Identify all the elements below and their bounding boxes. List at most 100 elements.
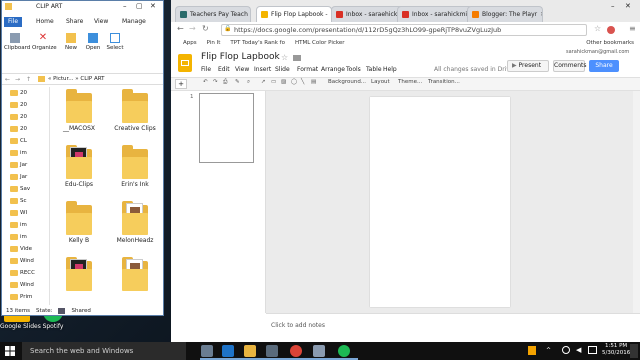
bookmark-apps[interactable]: Apps [183,40,197,46]
spotify-icon[interactable] [338,345,350,357]
new-slide-icon[interactable]: + [175,79,187,89]
forward-arrow-icon[interactable]: → [15,76,20,83]
tray-arrow-icon[interactable]: ^ [546,347,551,354]
nav-item[interactable]: CL [2,135,49,147]
bookmark-pin-it[interactable]: Pin It [207,40,221,46]
chrome-icon[interactable] [290,345,302,357]
menu-item[interactable]: Help [383,66,397,73]
forward-icon[interactable]: → [189,24,196,33]
folder-item[interactable]: Erin's Ink [110,145,160,201]
menu-item[interactable]: File [201,66,211,73]
slide-canvas[interactable] [370,97,510,307]
back-icon[interactable]: ← [177,24,184,33]
nav-item[interactable]: 20 [2,111,49,123]
explorer-titlebar[interactable]: CLIP ART – ▢ ✕ [2,1,163,13]
folder-item[interactable] [110,257,160,313]
other-bookmarks[interactable]: Other bookmarks [586,40,640,46]
app-icon[interactable] [313,345,325,357]
menu-item[interactable]: Arrange [321,66,345,73]
close-tab-icon[interactable]: ✕ [540,11,542,18]
action-center-icon[interactable] [630,344,638,358]
task-view-icon[interactable] [201,345,213,357]
new-button[interactable]: New [60,31,82,61]
menu-icon[interactable]: ≡ [629,24,636,33]
battery-icon[interactable] [562,346,570,354]
scrollbar[interactable] [633,91,640,313]
nav-item[interactable]: TPT ( [2,303,49,305]
redo-icon[interactable]: ↷ [213,79,218,89]
select-button[interactable]: Select [104,31,126,61]
taskbar-clock[interactable]: 1:51 PM 5/30/2016 [602,343,630,357]
store-icon[interactable] [266,345,278,357]
textbox-icon[interactable]: ▭ [271,79,276,89]
maximize-icon[interactable]: ▢ [136,2,143,10]
folder-item[interactable]: Edu-Clips [54,145,104,201]
print-icon[interactable]: ⎙ [223,79,227,89]
nav-item[interactable]: Sav [2,183,49,195]
ribbon-tab-file[interactable]: File [4,17,23,27]
nav-item[interactable]: Wind [2,279,49,291]
file-explorer-icon[interactable] [244,345,256,357]
nav-item[interactable]: Sc [2,195,49,207]
clipboard-button[interactable]: Clipboard [4,31,30,61]
bookmark-tpt-rank[interactable]: TPT Today's Rank fo [230,40,285,46]
transition-button[interactable]: Transition... [428,79,460,89]
close-icon[interactable]: ✕ [150,2,156,10]
nav-item[interactable]: Prim [2,291,49,303]
folder-item[interactable]: Creative Clips [110,89,160,145]
background-button[interactable]: Background... [328,79,366,89]
reload-icon[interactable]: ↻ [202,24,209,33]
nav-item[interactable]: RECC [2,267,49,279]
folder-icon[interactable] [293,55,301,61]
folder-item[interactable]: Kelly B [54,201,104,257]
menu-item[interactable]: Insert [254,66,271,73]
back-arrow-icon[interactable]: ← [5,76,10,83]
nav-item[interactable]: 20 [2,87,49,99]
nav-item[interactable]: im [2,231,49,243]
ribbon-tab-view[interactable]: View [90,17,112,27]
edge-icon[interactable] [222,345,234,357]
menu-item[interactable]: Table [366,66,382,73]
open-button[interactable]: Open [82,31,104,61]
theme-button[interactable]: Theme... [398,79,422,89]
bookmark-html-color-picker[interactable]: HTML Color Picker [295,40,345,46]
address-bar[interactable]: ← → ↑ « Pictur... » CLIP ART [2,73,163,85]
speaker-notes[interactable]: Click to add notes [266,313,640,342]
taskbar-search-input[interactable]: Search the web and Windows [22,342,186,360]
select-arrow-icon[interactable]: ➚ [261,79,266,89]
browser-tab[interactable]: Blogger: The Playr✕ [467,6,543,22]
share-button[interactable]: Share [589,60,619,72]
nav-item[interactable]: im [2,147,49,159]
nav-item[interactable]: Vide [2,243,49,255]
nav-item[interactable]: Jar [2,159,49,171]
close-icon[interactable]: ✕ [625,2,631,10]
comments-button[interactable]: Comments [553,60,587,72]
ribbon-tab-share[interactable]: Share [62,17,87,27]
ribbon-tab-home[interactable]: Home [32,17,58,27]
browser-tab[interactable]: Inbox - saraehicki✕ [331,6,407,22]
star-icon[interactable]: ☆ [594,24,601,33]
browser-tab[interactable]: Flip Flop Lapbook -✕ [256,6,332,22]
shape-icon[interactable]: ◯ [291,79,297,89]
undo-icon[interactable]: ↶ [203,79,208,89]
network-icon[interactable] [588,346,597,354]
organize-button[interactable]: ✕ Organize [32,31,57,61]
browser-tab[interactable]: Inbox - sarahickmi✕ [397,6,473,22]
volume-icon[interactable]: ◀ [576,346,581,354]
comment-icon[interactable]: ▤ [311,79,316,89]
notification-icon[interactable] [528,346,536,355]
present-button[interactable]: ▶ Present [507,60,549,72]
paint-format-icon[interactable]: ✎ [235,79,240,89]
nav-item[interactable]: im [2,219,49,231]
layout-button[interactable]: Layout [371,79,390,89]
nav-item[interactable]: 20 [2,99,49,111]
windows-start-icon[interactable] [5,346,15,356]
document-title[interactable]: Flip Flop Lapbook [201,52,280,62]
extension-icon[interactable] [607,26,615,34]
nav-item[interactable]: Wind [2,255,49,267]
nav-item[interactable]: Jar [2,171,49,183]
line-icon[interactable]: ╲ [301,79,304,89]
nav-item[interactable]: 20 [2,123,49,135]
star-icon[interactable]: ☆ [281,53,288,62]
folder-item[interactable] [54,257,104,313]
